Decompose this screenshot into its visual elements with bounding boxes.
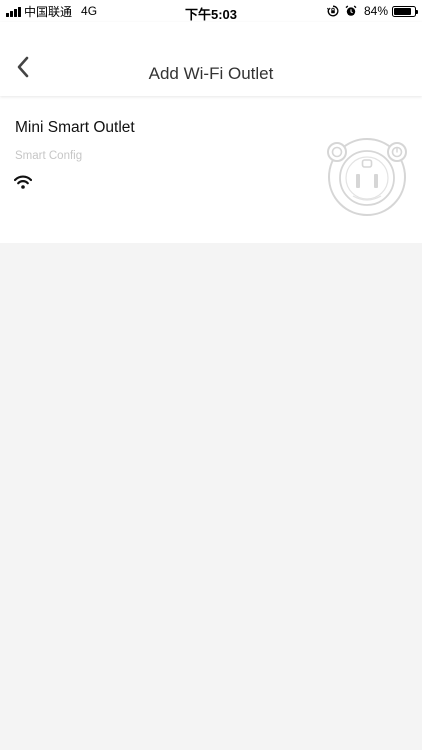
battery-icon [392, 5, 418, 17]
page-title: Add Wi-Fi Outlet [148, 64, 274, 83]
wifi-icon [14, 175, 32, 189]
rotation-lock-icon [326, 5, 339, 17]
device-config-mode: Smart Config [15, 150, 83, 162]
smart-outlet-icon [327, 138, 407, 216]
status-bar-right: 84% [326, 4, 418, 18]
chevron-left-icon [17, 56, 29, 78]
battery-percent: 84% [363, 4, 388, 18]
status-bar: 中国联通 4G 下午5:03 84% [0, 0, 422, 22]
navigation-bar: Add Wi-Fi Outlet [0, 22, 422, 96]
battery-level-fill [394, 7, 411, 15]
back-button[interactable] [8, 52, 38, 82]
device-name: Mini Smart Outlet [15, 119, 135, 136]
alarm-icon [345, 5, 357, 17]
device-option-mini-smart-outlet[interactable]: Mini Smart Outlet Smart Config [0, 96, 422, 243]
